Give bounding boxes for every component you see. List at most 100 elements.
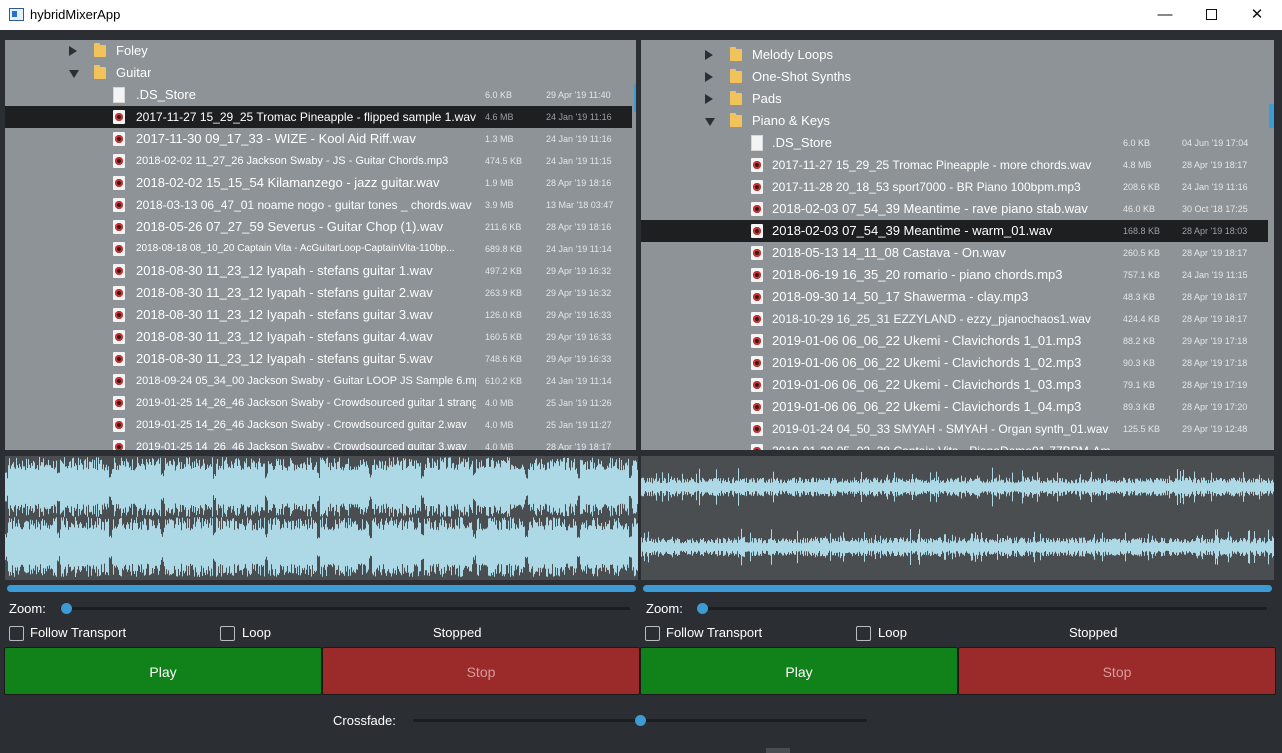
maximize-button[interactable] [1188, 0, 1234, 30]
file-name: 2019-01-06 06_06_22 Ukemi - Clavichords … [772, 399, 1082, 414]
file-date: 28 Apr '19 18:17 [1182, 314, 1248, 324]
right-play-button[interactable]: Play [640, 647, 958, 695]
file-row[interactable]: 2017-11-27 15_29_25 Tromac Pineapple - m… [641, 154, 1268, 176]
folder-name: Guitar [116, 65, 152, 80]
left-waveform-scrollbar[interactable] [7, 585, 636, 592]
file-row[interactable]: 2019-01-25 14_26_46 Jackson Swaby - Crow… [5, 392, 632, 414]
folder-row[interactable]: Guitar [5, 62, 632, 84]
file-row[interactable]: .DS_Store 6.0 KB 29 Apr '19 11:40 [5, 84, 632, 106]
left-status-text: Stopped [433, 625, 482, 640]
file-date: 28 Apr '19 17:19 [1182, 380, 1248, 390]
file-row[interactable]: 2018-03-13 06_47_01 noame nogo - guitar … [5, 194, 632, 216]
file-row[interactable]: 2019-01-25 14_26_46 Jackson Swaby - Crow… [5, 436, 632, 450]
file-date: 29 Apr '19 16:33 [546, 332, 612, 342]
file-date: 24 Jan '19 11:16 [546, 134, 612, 144]
folder-row[interactable]: Foley [5, 40, 632, 62]
file-row[interactable]: 2018-10-29 16_25_31 EZZYLAND - ezzy_pjan… [641, 308, 1268, 330]
file-name: 2018-05-26 07_27_59 Severus - Guitar Cho… [136, 219, 444, 234]
expanded-arrow-icon[interactable] [69, 70, 79, 78]
collapsed-arrow-icon[interactable] [705, 72, 713, 82]
file-row[interactable]: 2018-08-18 08_10_20 Captain Vita - AcGui… [5, 238, 632, 260]
right-waveform-scrollbar[interactable] [643, 585, 1272, 592]
file-row[interactable]: 2019-01-06 06_06_22 Ukemi - Clavichords … [641, 352, 1268, 374]
audio-file-icon [113, 242, 125, 256]
right-follow-transport-checkbox[interactable] [645, 626, 660, 641]
right-waveform[interactable] [641, 456, 1274, 580]
file-row[interactable]: 2018-08-30 11_23_12 Iyapah - stefans gui… [5, 326, 632, 348]
left-follow-transport-checkbox[interactable] [9, 626, 24, 641]
left-zoom-slider-thumb[interactable] [61, 603, 72, 614]
file-row[interactable]: 2019-01-06 06_06_22 Ukemi - Clavichords … [641, 374, 1268, 396]
file-row[interactable]: 2019-01-24 04_50_33 SMYAH - SMYAH - Orga… [641, 418, 1268, 440]
file-size: 126.0 KB [485, 310, 523, 320]
right-browser-scrollbar[interactable] [1269, 104, 1274, 128]
file-row[interactable]: 2018-09-24 05_34_00 Jackson Swaby - Guit… [5, 370, 632, 392]
file-row[interactable]: 2018-09-30 14_50_17 Shawerma - clay.mp3 4… [641, 286, 1268, 308]
right-zoom-slider-thumb[interactable] [697, 603, 708, 614]
audio-file-icon [751, 378, 763, 392]
audio-file-icon [113, 286, 125, 300]
file-row[interactable]: 2017-11-27 15_29_25 Tromac Pineapple - f… [5, 106, 632, 128]
file-date: 24 Jan '19 11:14 [546, 376, 612, 386]
file-row[interactable]: 2018-05-13 14_11_08 Castava - On.wav 260.… [641, 242, 1268, 264]
file-row[interactable]: 2018-02-02 11_27_26 Jackson Swaby - JS -… [5, 150, 632, 172]
folder-name: Piano & Keys [752, 113, 831, 128]
collapsed-arrow-icon[interactable] [69, 46, 77, 56]
file-row[interactable]: 2018-02-02 15_15_54 Kilamanzego - jazz g… [5, 172, 632, 194]
file-row[interactable]: 2019-01-06 06_06_22 Ukemi - Clavichords … [641, 396, 1268, 418]
left-loop-checkbox[interactable] [220, 626, 235, 641]
file-row[interactable]: 2018-06-19 16_35_20 romario - piano chor… [641, 264, 1268, 286]
file-row[interactable]: 2019-01-28 05_02_38 Captain Vita - Piano… [641, 440, 1268, 450]
file-row[interactable]: 2018-08-30 11_23_12 Iyapah - stefans gui… [5, 348, 632, 370]
folder-row[interactable]: One-Shot Synths [641, 66, 1268, 88]
right-zoom-slider[interactable] [697, 607, 1267, 610]
file-size: 125.5 KB [1123, 424, 1161, 434]
folder-row[interactable]: Piano & Keys [641, 110, 1268, 132]
right-waveform-graphic [641, 467, 1274, 566]
file-row[interactable]: 2018-02-03 07_54_39 Meantime - warm_01.w… [641, 220, 1268, 242]
file-row[interactable]: 2019-01-25 14_26_46 Jackson Swaby - Crow… [5, 414, 632, 436]
left-stop-button[interactable]: Stop [322, 647, 640, 695]
collapsed-arrow-icon[interactable] [705, 50, 713, 60]
file-size: 4.6 MB [485, 112, 514, 122]
file-size: 4.0 MB [485, 398, 514, 408]
audio-file-icon [751, 356, 763, 370]
file-row[interactable]: 2018-08-30 11_23_12 Iyapah - stefans gui… [5, 304, 632, 326]
left-zoom-slider[interactable] [60, 607, 630, 610]
file-row[interactable]: .DS_Store 6.0 KB 04 Jun '19 17:04 [641, 132, 1268, 154]
close-button[interactable]: ✕ [1234, 0, 1280, 30]
audio-file-icon [113, 374, 125, 388]
audio-file-icon [113, 352, 125, 366]
right-file-browser[interactable]: 2019-01-28 05_02_38 Captain Vita - Piano… [641, 40, 1274, 450]
file-date: 28 Apr '19 18:16 [546, 178, 612, 188]
minimize-button[interactable]: — [1142, 0, 1188, 30]
file-name: 2018-08-30 11_23_12 Iyapah - stefans gui… [136, 285, 433, 300]
left-waveform[interactable] [5, 456, 638, 580]
file-row[interactable]: 2017-11-30 09_17_33 - WIZE - Kool Aid Ri… [5, 128, 632, 150]
left-browser-scrollbar[interactable] [634, 84, 636, 112]
folder-row[interactable]: Pads [641, 88, 1268, 110]
crossfade-slider-thumb[interactable] [635, 715, 646, 726]
file-name: .DS_Store [772, 135, 832, 150]
file-row[interactable]: 2018-02-03 07_54_39 Meantime - rave pian… [641, 198, 1268, 220]
file-size: 160.5 KB [485, 332, 523, 342]
file-date: 29 Apr '19 16:32 [546, 266, 612, 276]
file-row[interactable]: 2018-08-30 11_23_12 Iyapah - stefans gui… [5, 260, 632, 282]
file-row[interactable]: 2018-05-26 07_27_59 Severus - Guitar Cho… [5, 216, 632, 238]
audio-file-icon [751, 246, 763, 260]
resize-grip[interactable] [766, 748, 790, 753]
left-file-browser[interactable]: 2019-01-25 14_26_46 Jackson Swaby - Crow… [5, 40, 636, 450]
file-row[interactable]: 2019-01-06 06_06_22 Ukemi - Clavichords … [641, 330, 1268, 352]
folder-row[interactable]: Melody Loops [641, 44, 1268, 66]
right-loop-checkbox[interactable] [856, 626, 871, 641]
file-row[interactable]: 2017-11-28 20_18_53 sport7000 - BR Piano… [641, 176, 1268, 198]
file-name: 2018-08-30 11_23_12 Iyapah - stefans gui… [136, 329, 433, 344]
file-row[interactable]: 2018-08-30 11_23_12 Iyapah - stefans gui… [5, 282, 632, 304]
expanded-arrow-icon[interactable] [705, 118, 715, 126]
folder-name: Melody Loops [752, 47, 833, 62]
window-title: hybridMixerApp [30, 7, 121, 22]
close-icon: ✕ [1250, 6, 1264, 23]
collapsed-arrow-icon[interactable] [705, 94, 713, 104]
left-play-button[interactable]: Play [4, 647, 322, 695]
right-stop-button[interactable]: Stop [958, 647, 1276, 695]
